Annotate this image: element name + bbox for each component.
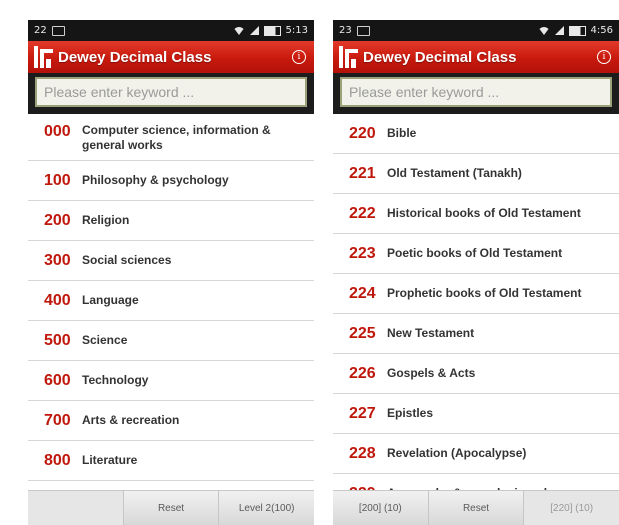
class-label: Gospels & Acts xyxy=(387,366,476,380)
bottom-toolbar: Reset Level 2(100) xyxy=(28,490,314,525)
list-item[interactable]: 200 Religion xyxy=(28,201,314,241)
list-item[interactable]: 400 Language xyxy=(28,281,314,321)
search-bar xyxy=(28,73,314,114)
app-header: Dewey Decimal Class i xyxy=(333,41,619,73)
class-label: Prophetic books of Old Testament xyxy=(387,286,582,300)
search-input[interactable] xyxy=(35,77,307,107)
status-bar: 22 5:13 xyxy=(28,20,314,41)
list-item[interactable]: 600 Technology xyxy=(28,361,314,401)
app-title: Dewey Decimal Class xyxy=(363,48,517,66)
class-label: Bible xyxy=(387,126,417,140)
list-item[interactable]: 500 Science xyxy=(28,321,314,361)
bottom-toolbar: [200] (10) Reset [220] (10) xyxy=(333,490,619,525)
class-code: 220 xyxy=(349,124,376,142)
reset-button[interactable]: Reset xyxy=(428,491,525,525)
class-label: Philosophy & psychology xyxy=(82,173,229,187)
class-label: Literature xyxy=(82,453,138,467)
image-notification-icon xyxy=(51,25,65,36)
notification-count: 22 xyxy=(34,25,47,36)
info-icon[interactable]: i xyxy=(292,50,306,64)
class-code: 400 xyxy=(44,291,71,309)
clock: 5:13 xyxy=(285,25,308,36)
list-item[interactable]: 224 Prophetic books of Old Testament xyxy=(333,274,619,314)
app-title: Dewey Decimal Class xyxy=(58,48,212,66)
clock: 4:56 xyxy=(590,25,613,36)
next-level-button[interactable]: Level 2(100) xyxy=(219,491,314,525)
class-code: 100 xyxy=(44,171,71,189)
list-item[interactable]: 100 Philosophy & psychology xyxy=(28,161,314,201)
search-bar xyxy=(333,73,619,114)
list-item[interactable]: 300 Social sciences xyxy=(28,241,314,281)
wifi-icon xyxy=(537,26,550,35)
list-item[interactable]: 800 Literature xyxy=(28,441,314,481)
class-code: 221 xyxy=(349,164,376,182)
class-code: 225 xyxy=(349,324,376,342)
battery-icon xyxy=(263,25,281,36)
list-item[interactable]: 225 New Testament xyxy=(333,314,619,354)
class-code: 228 xyxy=(349,444,376,462)
search-input[interactable] xyxy=(340,77,612,107)
class-code: 222 xyxy=(349,204,376,222)
reset-button[interactable]: Reset xyxy=(123,491,220,525)
class-code: 227 xyxy=(349,404,376,422)
class-list: 220 Bible 221 Old Testament (Tanakh) 222… xyxy=(333,114,619,514)
class-code: 226 xyxy=(349,364,376,382)
list-item[interactable]: 221 Old Testament (Tanakh) xyxy=(333,154,619,194)
class-code: 600 xyxy=(44,371,71,389)
notification-count: 23 xyxy=(339,25,352,36)
class-list: 000 Computer science, information & gene… xyxy=(28,114,314,481)
prev-level-button[interactable] xyxy=(28,491,124,525)
list-item[interactable]: 228 Revelation (Apocalypse) xyxy=(333,434,619,474)
class-code: 300 xyxy=(44,251,71,269)
class-label: Arts & recreation xyxy=(82,413,180,427)
class-code: 800 xyxy=(44,451,71,469)
class-code: 700 xyxy=(44,411,71,429)
app-logo-icon xyxy=(339,46,359,68)
class-code: 500 xyxy=(44,331,71,349)
class-label: Historical books of Old Testament xyxy=(387,206,581,220)
list-item[interactable]: 226 Gospels & Acts xyxy=(333,354,619,394)
list-item[interactable]: 227 Epistles xyxy=(333,394,619,434)
phone-screen-left: 22 5:13 Dewey Decimal Class i 000 Comput… xyxy=(28,20,314,525)
app-header: Dewey Decimal Class i xyxy=(28,41,314,73)
info-icon[interactable]: i xyxy=(597,50,611,64)
chat-notification-icon xyxy=(356,25,370,36)
class-label: Old Testament (Tanakh) xyxy=(387,166,522,180)
signal-icon xyxy=(554,26,564,35)
battery-icon xyxy=(568,25,586,36)
class-label: Poetic books of Old Testament xyxy=(387,246,563,260)
class-label: Epistles xyxy=(387,406,434,420)
next-level-button[interactable]: [220] (10) xyxy=(524,491,619,525)
prev-level-button[interactable]: [200] (10) xyxy=(333,491,429,525)
class-label: Computer science, information & general … xyxy=(82,123,271,152)
list-item[interactable]: 222 Historical books of Old Testament xyxy=(333,194,619,234)
class-label: Technology xyxy=(82,373,149,387)
class-label: Social sciences xyxy=(82,253,172,267)
wifi-icon xyxy=(232,26,245,35)
status-bar: 23 4:56 xyxy=(333,20,619,41)
phone-screen-right: 23 4:56 Dewey Decimal Class i 220 Bible … xyxy=(333,20,619,525)
class-code: 200 xyxy=(44,211,71,229)
list-item[interactable]: 223 Poetic books of Old Testament xyxy=(333,234,619,274)
class-label: Revelation (Apocalypse) xyxy=(387,446,527,460)
list-item[interactable]: 000 Computer science, information & gene… xyxy=(28,114,314,161)
list-item[interactable]: 220 Bible xyxy=(333,114,619,154)
class-code: 000 xyxy=(44,123,71,140)
signal-icon xyxy=(249,26,259,35)
class-label: Language xyxy=(82,293,139,307)
class-code: 223 xyxy=(349,244,376,262)
app-logo-icon xyxy=(34,46,54,68)
class-code: 224 xyxy=(349,284,376,302)
class-label: Religion xyxy=(82,213,130,227)
class-label: Science xyxy=(82,333,128,347)
class-label: New Testament xyxy=(387,326,475,340)
list-item[interactable]: 700 Arts & recreation xyxy=(28,401,314,441)
